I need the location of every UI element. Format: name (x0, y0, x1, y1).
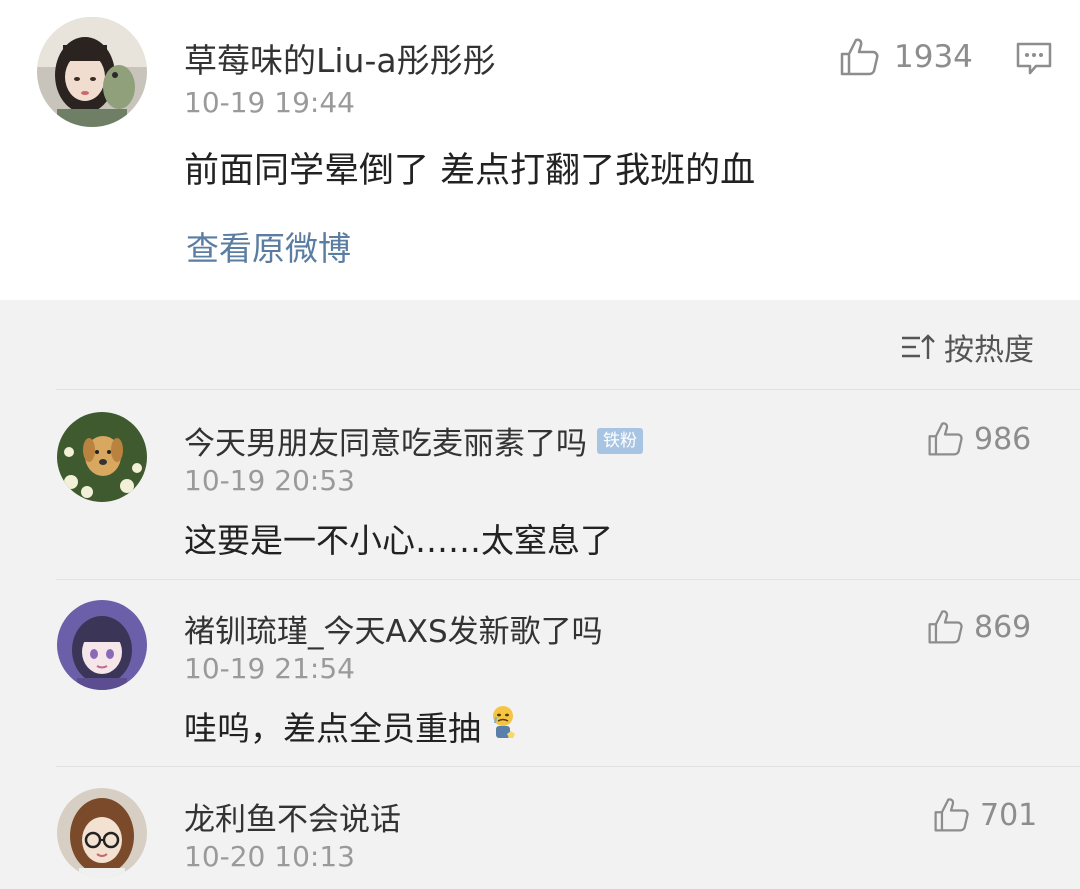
thumbs-up-icon (928, 422, 963, 456)
comment-like-button[interactable]: 869 (926, 608, 1031, 646)
sort-label: 按热度 (944, 333, 1034, 368)
username[interactable]: 草莓味的Liu-a彤彤彤 (184, 34, 496, 82)
commenter-name-text: 龙利鱼不会说话 (184, 802, 401, 838)
comment-timestamp: 10-20 10:13 (184, 840, 355, 873)
comment-icon[interactable] (1015, 40, 1053, 78)
comment-text-content: 哇呜，差点全员重抽 (184, 709, 481, 748)
like-count: 1934 (894, 39, 973, 75)
like-button[interactable]: 1934 (838, 36, 973, 78)
commenter-avatar[interactable] (57, 788, 147, 878)
post-text: 前面同学晕倒了 差点打翻了我班的血 (184, 151, 756, 191)
timestamp: 10-19 19:44 (184, 86, 355, 119)
user-avatar[interactable] (37, 17, 147, 127)
view-original-link[interactable]: 查看原微博 (186, 222, 351, 270)
divider (56, 766, 1080, 767)
crying-doll-emoji (487, 704, 519, 748)
comment-like-button[interactable]: 701 (932, 796, 1037, 834)
sort-icon (902, 334, 935, 359)
comment-like-button[interactable]: 986 (926, 420, 1031, 458)
commenter-name[interactable]: 龙利鱼不会说话 (184, 794, 401, 839)
sort-by-popularity-button[interactable]: 按热度 (900, 325, 1034, 369)
commenter-name[interactable]: 今天男朋友同意吃麦丽素了吗 铁粉 (184, 418, 643, 463)
comment-timestamp: 10-19 21:54 (184, 652, 355, 685)
divider (56, 579, 1080, 580)
comment-like-count: 869 (974, 609, 1032, 645)
thumbs-up-icon (928, 610, 963, 644)
thumbs-up-icon (934, 798, 969, 832)
iron-fan-badge: 铁粉 (597, 427, 643, 454)
comment-timestamp: 10-19 20:53 (184, 464, 355, 497)
commenter-avatar[interactable] (57, 412, 147, 502)
comment-text: 这要是一不小心……太窒息了 (184, 521, 613, 560)
comment-like-count: 986 (974, 421, 1032, 457)
main-post-card: 草莓味的Liu-a彤彤彤 10-19 19:44 前面同学晕倒了 差点打翻了我班… (0, 0, 1080, 300)
commenter-avatar[interactable] (57, 600, 147, 690)
thumbs-up-icon (840, 38, 879, 76)
commenter-name[interactable]: 褚钏琉瑾_今天AXS发新歌了吗 (184, 606, 603, 651)
divider (56, 389, 1080, 390)
comment-like-count: 701 (980, 797, 1038, 833)
comment-text: 哇呜，差点全员重抽 (184, 702, 519, 750)
commenter-name-text: 今天男朋友同意吃麦丽素了吗 (184, 426, 587, 462)
commenter-name-text: 褚钏琉瑾_今天AXS发新歌了吗 (184, 614, 603, 650)
